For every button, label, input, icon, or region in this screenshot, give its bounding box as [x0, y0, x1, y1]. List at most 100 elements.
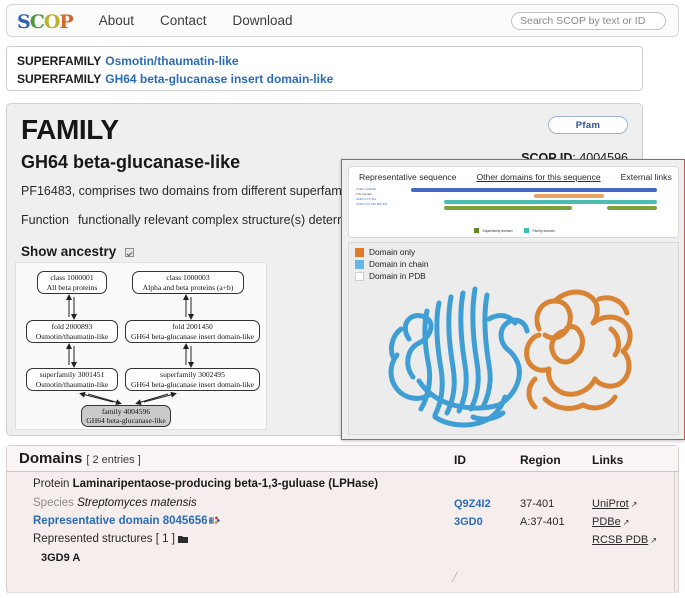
row-repdomain-value[interactable]: 8045656	[163, 515, 208, 527]
cell-id-uniprot[interactable]: Q9Z4I2	[454, 498, 491, 510]
scop-logo[interactable]: S C O P	[17, 10, 74, 33]
link-pdbe[interactable]: PDBe ↗	[592, 516, 629, 528]
cell-region-pdb: A:37-401	[520, 516, 565, 528]
superfamily-link-gh64[interactable]: GH64 beta-glucanase insert domain-like	[105, 72, 333, 86]
row-protein-value: Laminaripentaose-producing beta-1,3-gulu…	[72, 478, 379, 490]
link-rcsb-label: RCSB PDB	[592, 534, 649, 546]
logo-letter-s: S	[17, 10, 31, 33]
representative-sequence-card: Representative sequence Other domains fo…	[348, 166, 679, 238]
swatch-domain-only-icon	[355, 247, 364, 257]
row-represented-structures: Represented structures [ 1 ]	[33, 533, 188, 545]
top-navigation-bar: S C O P About Contact Download	[6, 4, 679, 37]
folder-icon[interactable]	[177, 534, 188, 543]
domains-panel: Domains[ 2 entries ] ID Region Links Pro…	[6, 445, 679, 593]
domains-vertical-divider	[674, 472, 675, 592]
function-key: Function	[21, 213, 69, 227]
domains-count: [ 2 entries ]	[86, 454, 141, 466]
superfamily-row-1: SUPERFAMILY Osmotin/thaumatin-like	[17, 52, 642, 70]
track-bar-family-domain[interactable]	[444, 200, 657, 204]
swatch-domain-in-chain-icon	[355, 259, 364, 269]
link-uniprot[interactable]: UniProt ↗	[592, 498, 637, 510]
show-ancestry-toggle[interactable]: Show ancestry	[21, 244, 135, 259]
external-link-icon: ↗	[630, 500, 638, 509]
legend-label-superfamily: Superfamily domain	[482, 228, 513, 233]
pfam-button[interactable]: Pfam	[548, 116, 628, 134]
row-repstruct-value: [ 1 ]	[155, 533, 175, 545]
track-bar-uniprot[interactable]	[411, 188, 657, 192]
scop-family-page: S C O P About Contact Download SUPERFAMI…	[0, 0, 685, 598]
legend-swatch-family-icon	[524, 228, 530, 233]
column-header-region: Region	[520, 453, 561, 467]
viewer-tabs: Representative sequence Other domains fo…	[349, 167, 678, 186]
external-link-icon: ↗	[622, 518, 630, 527]
legend-swatch-superfamily-icon	[474, 228, 480, 233]
sequence-structure-viewer-panel: Representative sequence Other domains fo…	[341, 159, 685, 440]
domain-track-area: UniProt Q9Z4I2 This domain 3GD0 A:37-401…	[349, 188, 680, 222]
legend-superfamily-domain: Superfamily domain	[474, 228, 512, 233]
column-header-id: ID	[454, 453, 466, 467]
link-uniprot-label: UniProt	[592, 498, 629, 510]
nav-link-about[interactable]: About	[99, 13, 134, 28]
family-name: GH64 beta-glucanase-like	[21, 152, 241, 172]
protein-ribbon-structure[interactable]	[349, 269, 680, 434]
row-species-key: Species	[33, 497, 74, 509]
track-legend: Superfamily domain Family domain	[349, 228, 680, 233]
structure-viewer-card[interactable]: Domain only Domain in chain Domain in PD…	[348, 242, 679, 435]
track-bar-superfamily-domain-b[interactable]	[607, 206, 657, 210]
legend-label-family: Family domain	[532, 228, 555, 233]
logo-letter-c: C	[29, 10, 45, 33]
row-repdomain-key[interactable]: Representative domain	[33, 515, 160, 527]
track-label-uniprot: UniProt Q9Z4I2	[356, 187, 377, 191]
domains-body: Protein Laminaripentaose-producing beta-…	[7, 472, 678, 592]
tab-representative-sequence[interactable]: Representative sequence	[359, 172, 456, 182]
family-function-row: Function functionally relevant complex st…	[21, 213, 371, 227]
row-species: Species Streptomyces matensis	[33, 497, 197, 509]
row-protein: Protein Laminaripentaose-producing beta-…	[33, 478, 378, 490]
cell-id-pdb[interactable]: 3GD0	[454, 516, 483, 528]
track-label-this-domain: This domain	[356, 192, 372, 196]
superfamily-row-2: SUPERFAMILY GH64 beta-glucanase insert do…	[17, 70, 642, 88]
label-domain-in-chain: Domain in chain	[369, 259, 429, 269]
tab-external-links[interactable]: External links	[621, 172, 672, 182]
domains-header: Domains[ 2 entries ] ID Region Links	[7, 446, 678, 472]
logo-letter-p: P	[59, 10, 73, 33]
family-description: PF16483, comprises two domains from diff…	[21, 184, 361, 198]
domains-title-text: Domains	[19, 450, 83, 467]
nav-links: About Contact Download	[99, 13, 293, 28]
link-rcsb-pdb[interactable]: RCSB PDB ↗	[592, 534, 657, 546]
nav-link-download[interactable]: Download	[233, 13, 293, 28]
footer-divider	[6, 592, 679, 593]
track-label-3gd0-split: 3GD0 A:37-243,351-401	[356, 202, 388, 206]
link-pdbe-label: PDBe	[592, 516, 621, 528]
structure-legend-domain-in-chain: Domain in chain	[355, 259, 429, 269]
nav-link-contact[interactable]: Contact	[160, 13, 207, 28]
domains-title: Domains[ 2 entries ]	[19, 450, 141, 467]
row-protein-key: Protein	[33, 478, 70, 490]
superfamily-link-osmotin[interactable]: Osmotin/thaumatin-like	[105, 54, 238, 68]
label-domain-only: Domain only	[369, 247, 416, 257]
resize-handle-icon[interactable]: ╱	[452, 572, 457, 583]
search-input[interactable]	[511, 12, 666, 30]
superfamily-breadcrumb-box: SUPERFAMILY Osmotin/thaumatin-like SUPERF…	[6, 46, 643, 91]
tab-other-domains[interactable]: Other domains for this sequence	[476, 172, 600, 182]
row-species-value: Streptomyces matensis	[77, 497, 197, 509]
legend-family-domain: Family domain	[524, 228, 555, 233]
track-bar-this-domain[interactable]	[534, 194, 604, 198]
orange-domain-ribbons	[524, 289, 633, 411]
external-link-icon: ↗	[650, 536, 657, 545]
superfamily-label-1: SUPERFAMILY	[17, 54, 102, 68]
cell-region-uniprot: 37-401	[520, 498, 555, 510]
row-representative-domain: Representative domain 8045656 6	[33, 515, 220, 527]
structure-thumbnail-icon[interactable]: 6	[208, 516, 220, 525]
show-ancestry-label: Show ancestry	[21, 244, 117, 259]
track-bar-superfamily-domain-a[interactable]	[444, 206, 572, 210]
column-header-links: Links	[592, 453, 624, 467]
logo-letter-o: O	[43, 10, 61, 33]
page-title: FAMILY	[21, 114, 119, 145]
row-repstruct-key: Represented structures	[33, 533, 153, 545]
ancestry-checkbox-icon[interactable]	[125, 248, 135, 257]
ancestry-connectors	[66, 294, 194, 406]
blue-domain-ribbons	[388, 286, 530, 428]
superfamily-label-2: SUPERFAMILY	[17, 72, 102, 86]
structure-entry-3gd9[interactable]: 3GD9 A	[41, 552, 80, 564]
